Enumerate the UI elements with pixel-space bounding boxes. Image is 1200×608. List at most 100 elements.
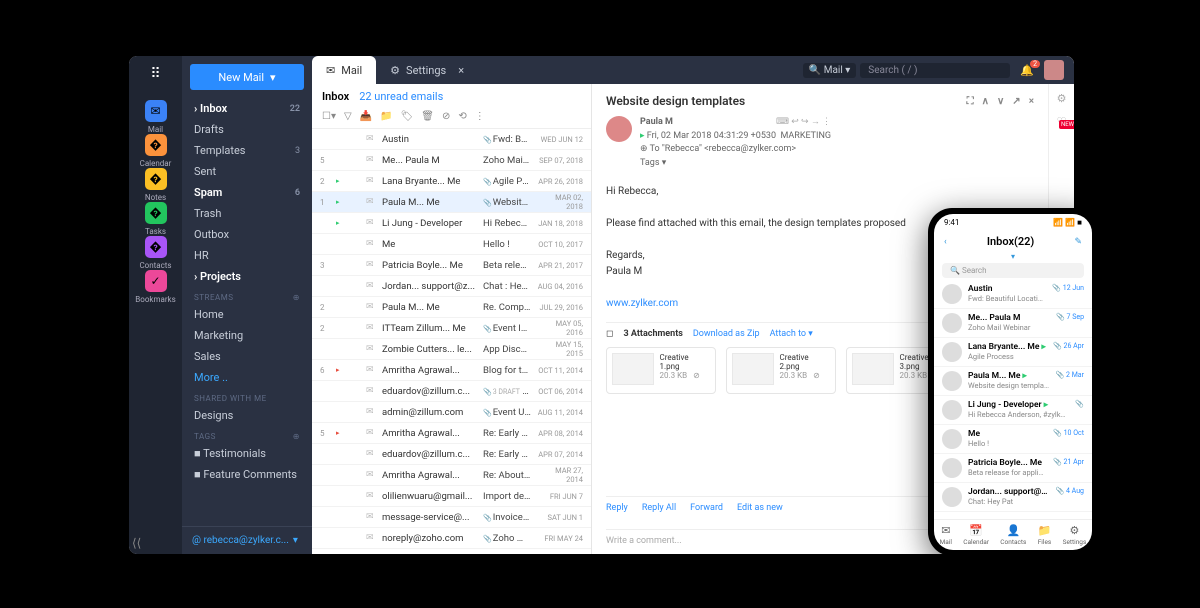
tab-settings[interactable]: ⚙ Settings ×	[376, 56, 478, 84]
folder-inbox[interactable]: › Inbox22	[182, 98, 312, 119]
prev-icon[interactable]: ∧	[982, 96, 989, 107]
reply-all-icon[interactable]: ↪	[801, 117, 809, 127]
tag-icon[interactable]: 🏷	[401, 111, 414, 122]
notifications-icon[interactable]: 🔔2	[1020, 64, 1034, 77]
iconbar-notes[interactable]: �Notes	[135, 168, 175, 202]
archive-icon[interactable]: 📥	[360, 111, 372, 122]
search-scope[interactable]: 🔍 Mail ▾	[803, 63, 856, 78]
folder-trash[interactable]: Trash	[182, 203, 312, 224]
phone-tab-calendar[interactable]: 📅Calendar	[963, 524, 989, 546]
iconbar-mail[interactable]: ✉Mail	[135, 100, 175, 134]
phone-email-row[interactable]: Paula M... Me ▸Website design templates📎…	[934, 367, 1092, 396]
email-row[interactable]: 3 ✉ Patricia Boyle... Me Beta release of…	[312, 255, 591, 276]
phone-email-row[interactable]: Lana Bryante... Me ▸Agile Process📎 26 Ap…	[934, 338, 1092, 367]
phone-email-row[interactable]: Li Jung - Developer ▸Hi Rebecca Anderson…	[934, 396, 1092, 425]
more-icon[interactable]: ⋮	[475, 111, 485, 122]
new-mail-button[interactable]: New Mail▾	[190, 64, 304, 90]
delete-icon[interactable]: 🗑	[421, 111, 434, 122]
phone-search[interactable]: 🔍 Search	[942, 263, 1084, 278]
iconbar-calendar[interactable]: �Calendar	[135, 134, 175, 168]
filter-icon[interactable]: ▽	[344, 111, 352, 122]
email-row[interactable]: ✉ Zombie Cutters... le... App Discounts …	[312, 339, 591, 360]
attach-checkbox[interactable]: ◻	[606, 329, 613, 339]
attachment-card[interactable]: Creative 1.png20.3 KB ⊘	[606, 347, 716, 394]
smart-compose-icon[interactable]: ⌨	[776, 117, 789, 127]
folder-spam[interactable]: Spam6	[182, 182, 312, 203]
email-row[interactable]: ✉ message-service@... Invoice from Invoi…	[312, 507, 591, 528]
tab-mail[interactable]: ✉ Mail	[312, 56, 376, 84]
email-row[interactable]: 6 ▸ ✉ Amritha Agrawal... Blog for the Be…	[312, 360, 591, 381]
gear-icon[interactable]: ⚙	[1057, 92, 1067, 105]
folder-icon[interactable]: 📁	[380, 111, 392, 122]
expand-icon[interactable]: ⛶	[967, 96, 974, 107]
folder-drafts[interactable]: Drafts	[182, 119, 312, 140]
email-row[interactable]: 2 ✉ ITTeam Zillum... Me Event Invitation…	[312, 318, 591, 339]
streams-item[interactable]: Home	[182, 304, 312, 325]
email-row[interactable]: 1 ▸ ✉ Paula M... Me Website design temp.…	[312, 192, 591, 213]
phone-email-row[interactable]: Me Hello !📎 10 Oct	[934, 425, 1092, 454]
email-row[interactable]: ▸ ✉ Li Jung - Developer Hi Rebecca Ander…	[312, 213, 591, 234]
reply-all-button[interactable]: Reply All	[642, 503, 676, 514]
email-row[interactable]: 2 ✉ Paula M... Me Re. Comparison -... JU…	[312, 297, 591, 318]
close-icon[interactable]: ×	[458, 64, 464, 77]
forward-icon[interactable]: →	[811, 117, 820, 127]
reply-button[interactable]: Reply	[606, 503, 628, 514]
folder-projects[interactable]: › Projects	[182, 266, 312, 287]
phone-tab-mail[interactable]: ✉Mail	[940, 524, 952, 546]
email-row[interactable]: ✉ Austin Fwd: Beautiful locati... WED JU…	[312, 129, 591, 150]
select-all-checkbox[interactable]: ☐▾	[322, 111, 336, 122]
email-row[interactable]: ✉ olilienwuaru@gmail... Import demand FR…	[312, 486, 591, 507]
attach-to-link[interactable]: Attach to ▾	[770, 329, 813, 339]
streams-item[interactable]: Marketing	[182, 325, 312, 346]
folder-sent[interactable]: Sent	[182, 161, 312, 182]
phone-tab-files[interactable]: 📁Files	[1038, 524, 1052, 546]
popout-icon[interactable]: ↗	[1012, 96, 1020, 107]
phone-email-row[interactable]: Patricia Boyle... Me Beta release for ap…	[934, 454, 1092, 483]
close-reader-icon[interactable]: ×	[1029, 96, 1034, 107]
iconbar-contacts[interactable]: �Contacts	[135, 236, 175, 270]
collapse-sidebar-icon[interactable]: ⟨⟨	[132, 536, 141, 550]
section-shared: SHARED WITH ME	[182, 388, 312, 405]
email-row[interactable]: 2 ▸ ✉ Lana Bryante... Me Agile Process A…	[312, 171, 591, 192]
streams-item[interactable]: More ..	[182, 367, 312, 388]
email-row[interactable]: ✉ Jordan... support@z... Chat : Hey Pat,…	[312, 276, 591, 297]
phone-tab-settings[interactable]: ⚙Settings	[1063, 524, 1087, 546]
email-row[interactable]: ✉ Me Hello ! OCT 10, 2017	[312, 234, 591, 255]
email-row[interactable]: ✉ noreply@zoho.com Zoho MAIL :: Mail For…	[312, 528, 591, 549]
next-icon[interactable]: ∨	[997, 96, 1004, 107]
email-row[interactable]: ✉ eduardov@zillum.c... 3 DRAFT Some snap…	[312, 381, 591, 402]
forward-button[interactable]: Forward	[690, 503, 723, 514]
email-row[interactable]: ✉ Amritha Agrawal... Re: About the demo …	[312, 465, 591, 486]
folder-outbox[interactable]: Outbox	[182, 224, 312, 245]
attachment-card[interactable]: Creative 2.png20.3 KB ⊘	[726, 347, 836, 394]
phone-email-row[interactable]: Me... Paula M Zoho Mail Webinar📎 7 Sep	[934, 309, 1092, 338]
more-actions-icon[interactable]: ⋮	[822, 117, 831, 127]
refresh-icon[interactable]: ⟲	[458, 111, 466, 122]
phone-email-row[interactable]: Jordan... support@zylker Chat: Hey Pat📎 …	[934, 483, 1092, 512]
phone-compose-icon[interactable]: ✎	[1074, 237, 1082, 247]
user-avatar[interactable]	[1044, 60, 1064, 80]
edit-as-new-button[interactable]: Edit as new	[737, 503, 783, 514]
email-row[interactable]: ✉ eduardov@zillum.c... Re: Early access …	[312, 444, 591, 465]
block-icon[interactable]: ⊘	[442, 111, 450, 122]
iconbar-bookmarks[interactable]: ✓Bookmarks	[135, 270, 175, 304]
tags-item[interactable]: ■ Feature Comments	[182, 464, 312, 485]
phone-email-row[interactable]: Austin Fwd: Beautiful Locations📎 12 Jun	[934, 280, 1092, 309]
app-launcher-icon[interactable]: ⠿	[150, 66, 160, 82]
phone-tab-contacts[interactable]: 👤Contacts	[1000, 524, 1026, 546]
reply-icon[interactable]: ↩	[791, 117, 799, 127]
shared-item[interactable]: Designs	[182, 405, 312, 426]
tags-item[interactable]: ■ Testimonials	[182, 443, 312, 464]
phone-back-icon[interactable]: ‹	[944, 237, 947, 247]
email-row[interactable]: ✉ admin@zillum.com Event Updated - Cur..…	[312, 402, 591, 423]
folder-hr[interactable]: HR	[182, 245, 312, 266]
email-row[interactable]: 5 ▸ ✉ Amritha Agrawal... Re: Early acces…	[312, 423, 591, 444]
email-row[interactable]: 5 ✉ Me... Paula M Zoho Mail Webinar SEP …	[312, 150, 591, 171]
search-input[interactable]: Search ( / )	[860, 63, 1010, 78]
download-zip-link[interactable]: Download as Zip	[693, 329, 760, 339]
iconbar-tasks[interactable]: �Tasks	[135, 202, 175, 236]
folder-templates[interactable]: Templates3	[182, 140, 312, 161]
unread-count[interactable]: 22 unread emails	[359, 90, 443, 103]
streams-item[interactable]: Sales	[182, 346, 312, 367]
current-user[interactable]: @ rebecca@zylker.c...▾	[182, 526, 312, 554]
